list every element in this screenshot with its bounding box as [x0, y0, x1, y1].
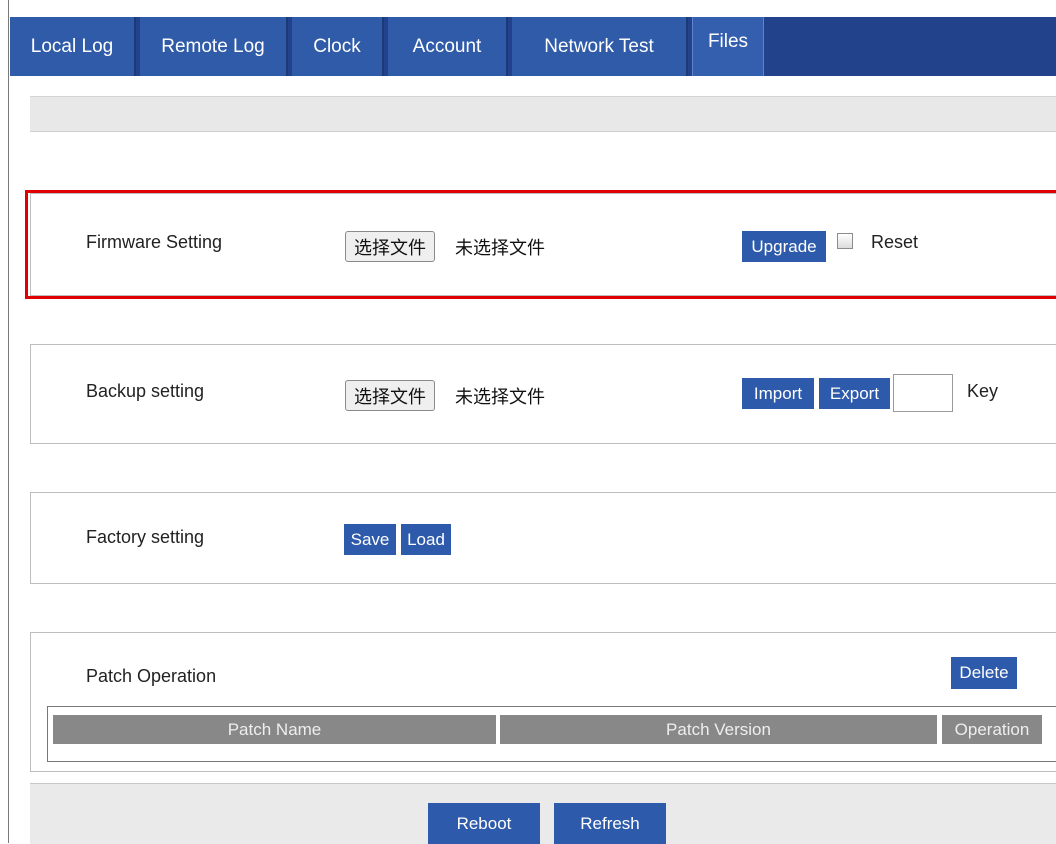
- refresh-button[interactable]: Refresh: [554, 803, 666, 844]
- delete-button[interactable]: Delete: [951, 657, 1017, 689]
- export-button[interactable]: Export: [819, 378, 890, 409]
- backup-section: Backup setting 选择文件 未选择文件 Import Export …: [30, 344, 1056, 444]
- column-header-operation: Operation: [942, 715, 1042, 744]
- patch-operation-label: Patch Operation: [86, 666, 217, 686]
- import-button[interactable]: Import: [742, 378, 814, 409]
- backup-choose-file-button[interactable]: 选择文件: [345, 380, 435, 411]
- tab-remote-log[interactable]: Remote Log: [140, 17, 288, 76]
- tab-account[interactable]: Account: [388, 17, 508, 76]
- footer-bar: Reboot Refresh: [30, 783, 1056, 844]
- tab-local-log[interactable]: Local Log: [10, 17, 136, 76]
- highlight-box: [25, 190, 1056, 299]
- tab-bar: Local Log Remote Log Clock Account Netwo…: [10, 17, 1056, 76]
- save-button[interactable]: Save: [344, 524, 396, 555]
- column-header-patch-name: Patch Name: [53, 715, 496, 744]
- tab-files[interactable]: Files: [692, 17, 764, 76]
- tab-clock[interactable]: Clock: [292, 17, 384, 76]
- backup-setting-label: Backup setting: [86, 381, 205, 401]
- load-button[interactable]: Load: [401, 524, 451, 555]
- toolbar-strip: [30, 96, 1056, 132]
- factory-section: Factory setting Save Load: [30, 492, 1056, 584]
- patch-table: Patch Name Patch Version Operation: [47, 706, 1056, 762]
- backup-no-file-text: 未选择文件: [455, 387, 545, 407]
- key-input[interactable]: [893, 374, 953, 412]
- tab-network-test[interactable]: Network Test: [512, 17, 688, 76]
- factory-setting-label: Factory setting: [86, 527, 205, 547]
- key-label: Key: [967, 381, 999, 401]
- left-border: [8, 0, 9, 843]
- reboot-button[interactable]: Reboot: [428, 803, 540, 844]
- column-header-patch-version: Patch Version: [500, 715, 937, 744]
